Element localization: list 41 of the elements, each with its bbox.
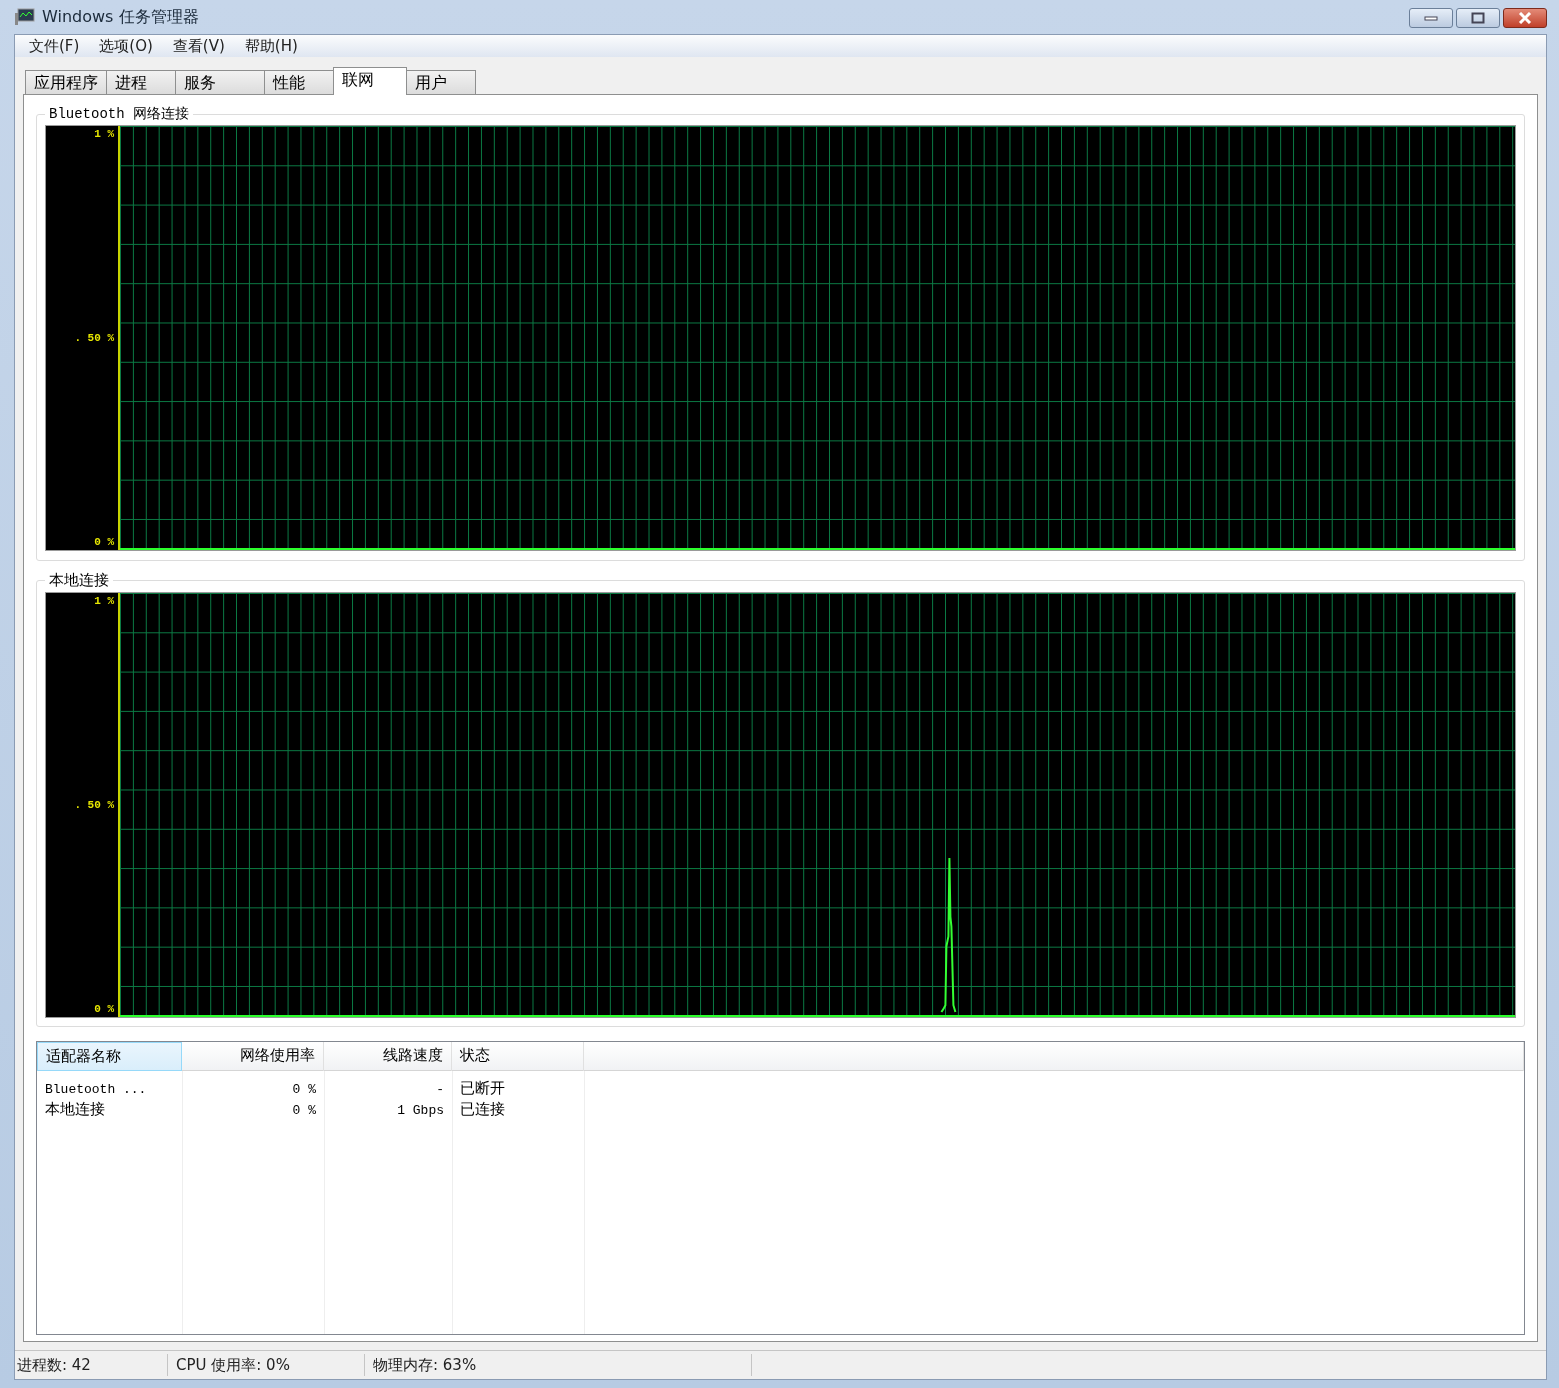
table-cell-text: - (435, 1081, 445, 1099)
tab[interactable]: 性能 (264, 70, 334, 94)
table-cell-text: 1 Gbps (396, 1102, 445, 1120)
graph-title: 本地连接 (48, 571, 110, 590)
menu-item[interactable]: 选项(O) (89, 36, 163, 56)
status-text: 进程数: 42 (15, 1354, 168, 1376)
column-header[interactable]: 适配器名称 (37, 1042, 182, 1071)
table-cell-text: 0 % (291, 1102, 317, 1120)
tab[interactable]: 服务 (175, 70, 265, 94)
menu-item[interactable]: 帮助(H) (234, 36, 308, 56)
maximize-button[interactable] (1456, 8, 1500, 28)
app-icon (14, 8, 36, 26)
axis-label: 1 % (94, 595, 114, 607)
minimize-button[interactable] (1409, 8, 1453, 28)
table-cell-text: 本地连接 (44, 1100, 106, 1120)
table-cell-text: Bluetooth ... (44, 1081, 148, 1099)
table-cell-text: 0 % (291, 1081, 317, 1099)
table-cell-text: 已连接 (459, 1100, 506, 1120)
tab[interactable]: 进程 (106, 70, 176, 94)
column-header[interactable]: 状态 (452, 1042, 584, 1071)
menu-item[interactable]: 文件(F) (19, 36, 90, 56)
axis-label: . 50 % (74, 332, 114, 344)
axis-label: . 50 % (74, 799, 114, 811)
close-icon (1518, 12, 1532, 24)
status-text: 物理内存: 63% (365, 1354, 752, 1376)
window-title: Windows 任务管理器 (42, 6, 199, 28)
minimize-icon (1424, 15, 1438, 21)
menu-item[interactable]: 查看(V) (162, 36, 235, 56)
maximize-icon (1471, 12, 1485, 24)
tab[interactable]: 用户 (406, 70, 476, 94)
tab[interactable]: 应用程序 (25, 70, 107, 94)
tab[interactable]: 联网 (333, 67, 407, 95)
table-cell-text: 已断开 (459, 1079, 506, 1099)
axis-label: 0 % (94, 1003, 114, 1015)
graph-title: Bluetooth 网络连接 (48, 105, 190, 123)
close-button[interactable] (1503, 8, 1547, 28)
column-header[interactable]: 网络使用率 (182, 1042, 324, 1071)
status-text: CPU 使用率: 0% (168, 1354, 365, 1376)
axis-label: 1 % (94, 128, 114, 140)
axis-label: 0 % (94, 536, 114, 548)
column-header[interactable]: 线路速度 (324, 1042, 452, 1071)
